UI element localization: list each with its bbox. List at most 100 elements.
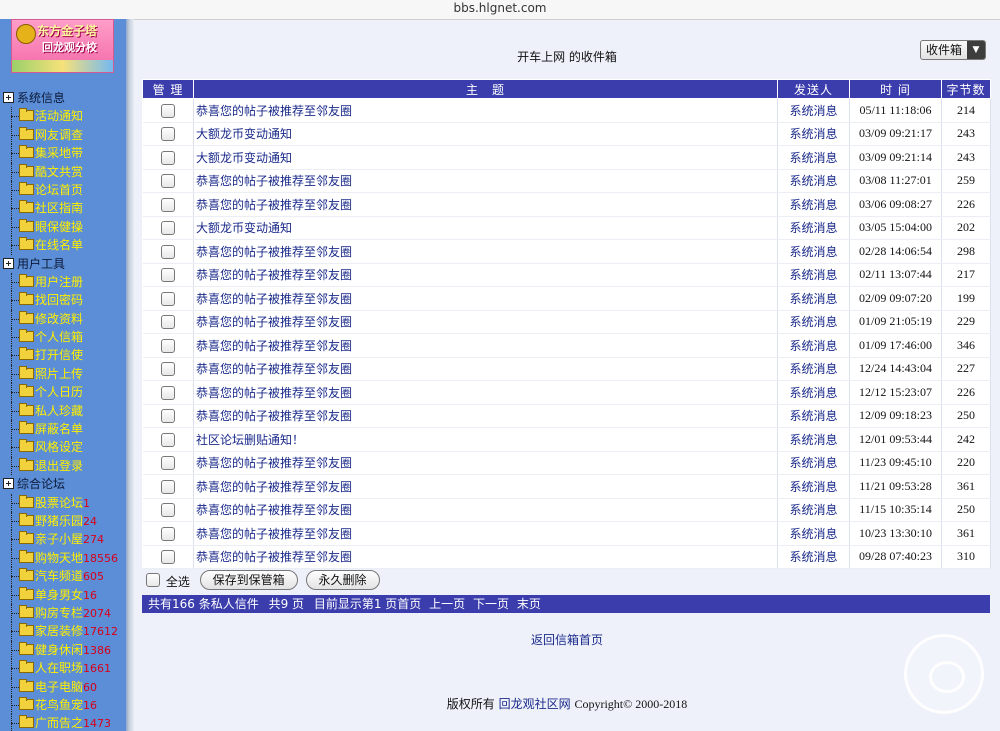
- sidebar-item[interactable]: 网友调查: [0, 125, 126, 145]
- message-subject-link[interactable]: 恭喜您的帖子被推荐至邻友圈: [193, 169, 778, 193]
- message-subject-link[interactable]: 恭喜您的帖子被推荐至邻友圈: [193, 286, 778, 311]
- table-row[interactable]: 恭喜您的帖子被推荐至邻友圈 系统消息 01/09 17:46:00 346: [142, 333, 991, 358]
- message-sender-link[interactable]: 系统消息: [777, 545, 850, 569]
- table-row[interactable]: 恭喜您的帖子被推荐至邻友圈 系统消息 02/09 09:07:20 199: [142, 286, 991, 311]
- sidebar-item[interactable]: 健身休闲1386: [0, 640, 126, 660]
- message-sender-link[interactable]: 系统消息: [777, 216, 850, 240]
- pager-prev-link[interactable]: 上一页: [429, 597, 465, 611]
- message-sender-link[interactable]: 系统消息: [777, 521, 850, 546]
- sidebar-item[interactable]: 社区指南: [0, 199, 126, 218]
- message-sender-link[interactable]: 系统消息: [777, 239, 850, 264]
- row-checkbox[interactable]: [160, 526, 175, 541]
- table-row[interactable]: 恭喜您的帖子被推荐至邻友圈 系统消息 11/21 09:53:28 361: [142, 474, 991, 499]
- message-sender-link[interactable]: 系统消息: [777, 286, 850, 311]
- message-sender-link[interactable]: 系统消息: [777, 427, 850, 452]
- pager-first-link[interactable]: 首页: [397, 597, 421, 611]
- sidebar-divider[interactable]: [126, 19, 134, 731]
- message-sender-link[interactable]: 系统消息: [777, 145, 850, 170]
- table-row[interactable]: 恭喜您的帖子被推荐至邻友圈 系统消息 09/28 07:40:23 310: [142, 545, 991, 569]
- message-subject-link[interactable]: 恭喜您的帖子被推荐至邻友圈: [193, 357, 778, 381]
- message-subject-link[interactable]: 大额龙币变动通知: [193, 216, 778, 240]
- row-checkbox[interactable]: [160, 409, 175, 423]
- message-subject-link[interactable]: 恭喜您的帖子被推荐至邻友圈: [193, 192, 778, 217]
- sidebar-item[interactable]: 找回密码: [0, 291, 126, 310]
- sidebar-item[interactable]: 照片上传: [0, 364, 126, 384]
- row-checkbox[interactable]: [160, 150, 175, 165]
- message-subject-link[interactable]: 恭喜您的帖子被推荐至邻友圈: [193, 380, 778, 405]
- table-row[interactable]: 恭喜您的帖子被推荐至邻友圈 系统消息 12/12 15:23:07 226: [142, 380, 991, 405]
- sidebar-item[interactable]: 私人珍藏: [0, 401, 126, 421]
- sidebar-item[interactable]: 购物天地18556: [0, 548, 126, 568]
- sidebar-item[interactable]: 亲子小屋274: [0, 530, 126, 549]
- table-row[interactable]: 恭喜您的帖子被推荐至邻友圈 系统消息 11/23 09:45:10 220: [142, 451, 991, 475]
- message-sender-link[interactable]: 系统消息: [777, 404, 850, 428]
- sidebar-item[interactable]: 论坛首页: [0, 180, 126, 200]
- sidebar-item[interactable]: 风格设定: [0, 438, 126, 457]
- sidebar-category[interactable]: 系统信息: [0, 89, 126, 107]
- row-checkbox[interactable]: [160, 127, 175, 141]
- pager-last-link[interactable]: 末页: [517, 597, 541, 611]
- message-subject-link[interactable]: 恭喜您的帖子被推荐至邻友圈: [193, 239, 778, 264]
- table-row[interactable]: 大额龙币变动通知 系统消息 03/09 09:21:14 243: [142, 145, 991, 170]
- row-checkbox[interactable]: [160, 244, 175, 259]
- message-sender-link[interactable]: 系统消息: [777, 263, 850, 287]
- table-row[interactable]: 恭喜您的帖子被推荐至邻友圈 系统消息 11/15 10:35:14 250: [142, 498, 991, 522]
- message-subject-link[interactable]: 恭喜您的帖子被推荐至邻友圈: [193, 474, 778, 499]
- table-row[interactable]: 恭喜您的帖子被推荐至邻友圈 系统消息 10/23 13:30:10 361: [142, 521, 991, 546]
- sidebar-item[interactable]: 人在职场1661: [0, 659, 126, 678]
- table-row[interactable]: 大额龙币变动通知 系统消息 03/09 09:21:17 243: [142, 122, 991, 146]
- message-subject-link[interactable]: 恭喜您的帖子被推荐至邻友圈: [193, 98, 778, 123]
- sidebar-item[interactable]: 广而告之1473: [0, 714, 126, 731]
- table-row[interactable]: 恭喜您的帖子被推荐至邻友圈 系统消息 03/06 09:08:27 226: [142, 192, 991, 217]
- row-checkbox[interactable]: [160, 315, 175, 329]
- message-subject-link[interactable]: 恭喜您的帖子被推荐至邻友圈: [193, 333, 778, 358]
- table-row[interactable]: 恭喜您的帖子被推荐至邻友圈 系统消息 02/28 14:06:54 298: [142, 239, 991, 264]
- message-sender-link[interactable]: 系统消息: [777, 474, 850, 499]
- sidebar-item[interactable]: 野猪乐园24: [0, 511, 126, 531]
- message-subject-link[interactable]: 恭喜您的帖子被推荐至邻友圈: [193, 451, 778, 475]
- message-subject-link[interactable]: 恭喜您的帖子被推荐至邻友圈: [193, 498, 778, 522]
- message-subject-link[interactable]: 恭喜您的帖子被推荐至邻友圈: [193, 310, 778, 334]
- site-logo[interactable]: 东方金子塔 回龙观分校: [11, 19, 114, 73]
- table-row[interactable]: 恭喜您的帖子被推荐至邻友圈 系统消息 02/11 13:07:44 217: [142, 263, 991, 287]
- footer-site-link[interactable]: 回龙观社区网: [499, 697, 571, 711]
- row-checkbox[interactable]: [160, 432, 175, 447]
- sidebar-item[interactable]: 退出登录: [0, 456, 126, 476]
- message-sender-link[interactable]: 系统消息: [777, 333, 850, 358]
- table-row[interactable]: 大额龙币变动通知 系统消息 03/05 15:04:00 202: [142, 216, 991, 240]
- message-sender-link[interactable]: 系统消息: [777, 380, 850, 405]
- sidebar-item[interactable]: 家居装修17612: [0, 622, 126, 641]
- message-subject-link[interactable]: 社区论坛删贴通知！: [193, 427, 778, 452]
- sidebar-item[interactable]: 花鸟鱼宠16: [0, 695, 126, 715]
- sidebar-item[interactable]: 屏蔽名单: [0, 420, 126, 439]
- table-row[interactable]: 恭喜您的帖子被推荐至邻友圈 系统消息 05/11 11:18:06 214: [142, 98, 991, 123]
- row-checkbox[interactable]: [160, 197, 175, 212]
- sidebar-item[interactable]: 集采地带: [0, 144, 126, 163]
- sidebar-item[interactable]: 打开信使: [0, 346, 126, 365]
- plus-box-icon[interactable]: [3, 478, 14, 490]
- message-subject-link[interactable]: 恭喜您的帖子被推荐至邻友圈: [193, 263, 778, 287]
- sidebar-item[interactable]: 电子电脑60: [0, 677, 126, 696]
- sidebar-item[interactable]: 个人日历: [0, 383, 126, 402]
- table-row[interactable]: 恭喜您的帖子被推荐至邻友圈 系统消息 12/24 14:43:04 227: [142, 357, 991, 381]
- select-all-label[interactable]: 全选: [166, 575, 190, 589]
- sidebar-item[interactable]: 单身男女16: [0, 585, 126, 604]
- message-sender-link[interactable]: 系统消息: [777, 122, 850, 146]
- sidebar-item[interactable]: 在线名单: [0, 236, 126, 255]
- back-to-inbox-link[interactable]: 返回信箱首页: [134, 631, 1000, 648]
- message-sender-link[interactable]: 系统消息: [777, 169, 850, 193]
- sidebar-item[interactable]: 汽车频道605: [0, 567, 126, 586]
- table-row[interactable]: 恭喜您的帖子被推荐至邻友圈 系统消息 01/09 21:05:19 229: [142, 310, 991, 334]
- message-sender-link[interactable]: 系统消息: [777, 192, 850, 217]
- table-row[interactable]: 社区论坛删贴通知！ 系统消息 12/01 09:53:44 242: [142, 427, 991, 452]
- select-all-checkbox[interactable]: [146, 573, 160, 587]
- sidebar-item[interactable]: 购房专栏2074: [0, 603, 126, 623]
- row-checkbox[interactable]: [160, 174, 175, 188]
- folder-select[interactable]: 收件箱 ▼: [920, 40, 986, 60]
- row-checkbox[interactable]: [160, 550, 175, 564]
- message-sender-link[interactable]: 系统消息: [777, 98, 850, 123]
- save-to-vault-button[interactable]: 保存到保管箱: [199, 570, 298, 590]
- sidebar-item[interactable]: 股票论坛1: [0, 493, 126, 512]
- delete-permanently-button[interactable]: 永久删除: [305, 570, 380, 590]
- message-subject-link[interactable]: 恭喜您的帖子被推荐至邻友圈: [193, 545, 778, 569]
